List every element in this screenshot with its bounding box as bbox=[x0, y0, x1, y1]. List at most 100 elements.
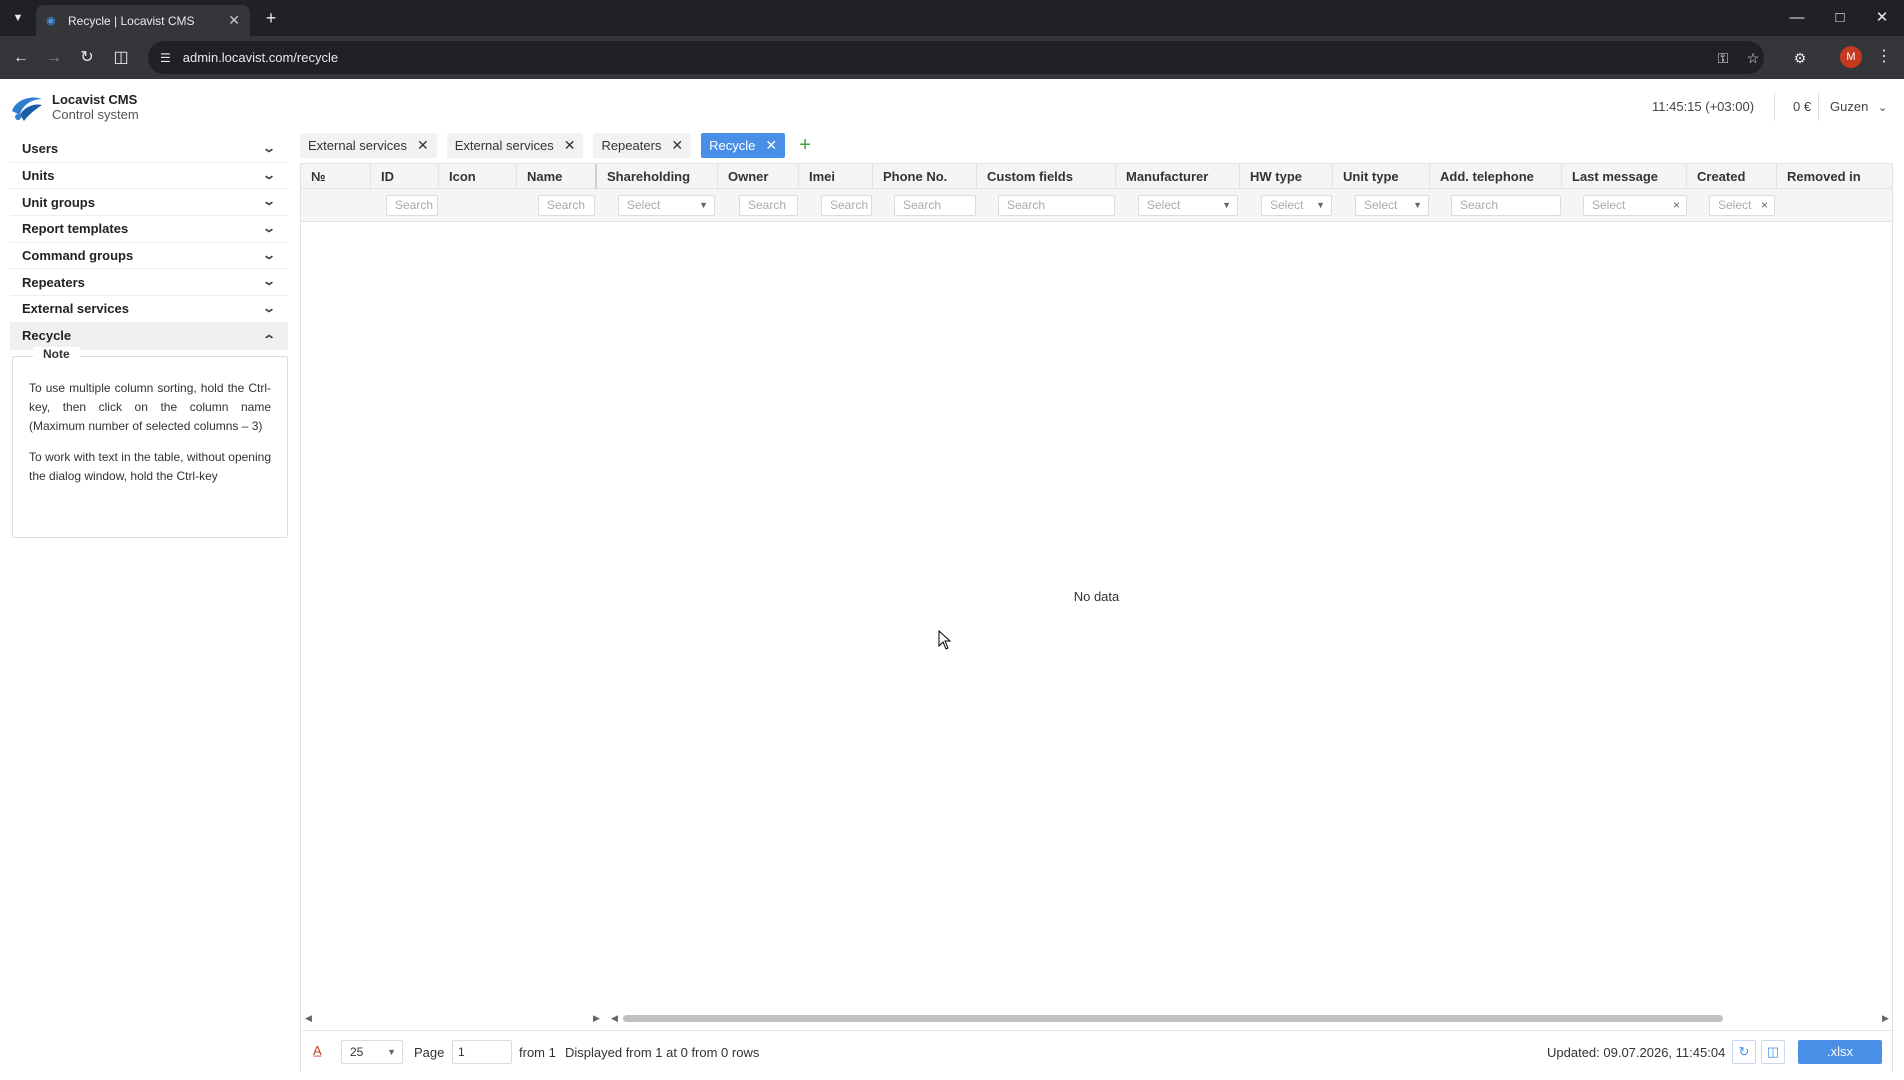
clear-icon[interactable]: × bbox=[1673, 196, 1680, 215]
mouse-cursor-icon bbox=[938, 630, 952, 650]
sidebar-item-command-groups[interactable]: Command groups ⌄ bbox=[10, 243, 288, 270]
scroll-right-icon[interactable]: ▶ bbox=[593, 1011, 600, 1025]
id-filter-input[interactable]: Search bbox=[386, 195, 438, 216]
chevron-down-icon: ⌄ bbox=[261, 141, 277, 155]
page-count: from 1 bbox=[519, 1045, 556, 1060]
balance: 0 € bbox=[1793, 99, 1812, 114]
site-info-icon[interactable]: ☰ bbox=[160, 51, 171, 65]
sidebar-item-users[interactable]: Users ⌄ bbox=[10, 136, 288, 163]
reload-icon[interactable]: ↻ bbox=[76, 47, 98, 69]
hw-type-filter-select[interactable]: Select ▼ bbox=[1261, 195, 1332, 216]
new-tab-button[interactable]: + bbox=[260, 8, 282, 30]
imei-filter-input[interactable]: Search bbox=[821, 195, 872, 216]
password-key-icon[interactable]: ⚿ bbox=[1712, 47, 1734, 69]
browser-tab[interactable]: ◉ Recycle | Locavist CMS ✕ bbox=[36, 5, 250, 36]
sidebar-item-external-services[interactable]: External services ⌄ bbox=[10, 296, 288, 323]
created-filter-select[interactable]: Select × bbox=[1709, 195, 1775, 216]
bookmark-star-icon[interactable]: ☆ bbox=[1742, 47, 1764, 69]
address-bar[interactable]: ☰ admin.locavist.com/recycle bbox=[148, 41, 1764, 74]
back-icon[interactable]: ← bbox=[10, 47, 32, 69]
last-message-filter-select[interactable]: Select × bbox=[1583, 195, 1687, 216]
column-header-imei[interactable]: Imei bbox=[799, 164, 873, 189]
column-header-owner[interactable]: Owner bbox=[718, 164, 799, 189]
tab-external-services[interactable]: External services ✕ bbox=[300, 133, 437, 158]
forward-icon[interactable]: → bbox=[43, 47, 65, 69]
sidebar-item-unit-groups[interactable]: Unit groups ⌄ bbox=[10, 189, 288, 217]
column-header-removed-in[interactable]: Removed in bbox=[1777, 164, 1892, 189]
left-horizontal-scrollbar[interactable]: ◀ ▶ bbox=[301, 1011, 611, 1025]
app-header: Locavist CMS Control system 11:45:15 (+0… bbox=[0, 79, 1904, 129]
columns-settings-button[interactable]: ◫ bbox=[1761, 1040, 1785, 1064]
sidebar-item-label: Users bbox=[22, 141, 59, 157]
recycle-table: № ID Icon Name Shareholding Owner Imei P… bbox=[300, 163, 1893, 1072]
owner-filter-input[interactable]: Search bbox=[739, 195, 798, 216]
custom-fields-filter-input[interactable]: Search bbox=[998, 195, 1115, 216]
column-header-id[interactable]: ID bbox=[371, 164, 439, 189]
sidebar: Users ⌄ Units ⌄ Unit groups ⌄ Report tem… bbox=[10, 136, 288, 350]
scroll-left-icon[interactable]: ◀ bbox=[305, 1011, 312, 1025]
profile-avatar[interactable]: M bbox=[1840, 46, 1862, 68]
chevron-down-icon: ⌄ bbox=[261, 194, 277, 209]
unit-type-filter-select[interactable]: Select ▼ bbox=[1355, 195, 1429, 216]
font-size-icon[interactable]: A̲ bbox=[313, 1043, 322, 1058]
page-size-select[interactable]: 25 ▼ bbox=[341, 1040, 403, 1064]
sidebar-item-repeaters[interactable]: Repeaters ⌄ bbox=[10, 269, 288, 297]
column-header-icon[interactable]: Icon bbox=[439, 164, 517, 189]
maximize-icon[interactable]: □ bbox=[1829, 8, 1851, 30]
tab-label: External services bbox=[454, 138, 554, 153]
caret-down-icon: ▼ bbox=[1222, 200, 1231, 210]
right-horizontal-scrollbar[interactable]: ◀ ▶ bbox=[611, 1011, 1892, 1025]
sidebar-item-recycle[interactable]: Recycle ⌄ bbox=[10, 322, 288, 350]
column-header-unit-type[interactable]: Unit type bbox=[1333, 164, 1430, 189]
manufacturer-filter-select[interactable]: Select ▼ bbox=[1138, 195, 1238, 216]
column-header-manufacturer[interactable]: Manufacturer bbox=[1116, 164, 1240, 189]
phone-filter-input[interactable]: Search bbox=[894, 195, 976, 216]
refresh-button[interactable]: ↻ bbox=[1732, 1040, 1756, 1064]
add-tab-button[interactable]: + bbox=[795, 133, 815, 158]
add-telephone-filter-input[interactable]: Search bbox=[1451, 195, 1561, 216]
export-xlsx-button[interactable]: .xlsx bbox=[1798, 1040, 1882, 1064]
close-icon[interactable]: ✕ bbox=[417, 137, 429, 154]
tab-label: Repeaters bbox=[601, 138, 662, 153]
close-icon[interactable]: ✕ bbox=[765, 137, 777, 154]
shareholding-filter-select[interactable]: Select ▼ bbox=[618, 195, 715, 216]
favicon-icon: ◉ bbox=[46, 15, 56, 27]
close-window-icon[interactable]: ✕ bbox=[1871, 8, 1893, 30]
browser-menu-icon[interactable]: ⋮ bbox=[1874, 46, 1894, 66]
column-header-shareholding[interactable]: Shareholding bbox=[597, 164, 718, 189]
scrollbar-thumb[interactable] bbox=[623, 1015, 1723, 1022]
column-header-hw-type[interactable]: HW type bbox=[1240, 164, 1333, 189]
scroll-left-icon[interactable]: ◀ bbox=[611, 1011, 618, 1025]
select-placeholder: Select bbox=[627, 198, 661, 212]
tab-repeaters[interactable]: Repeaters ✕ bbox=[593, 133, 692, 158]
column-header-custom-fields[interactable]: Custom fields bbox=[977, 164, 1116, 189]
tab-label: Recycle bbox=[709, 138, 756, 153]
sidebar-item-report-templates[interactable]: Report templates ⌄ bbox=[10, 216, 288, 243]
caret-down-icon: ▼ bbox=[699, 200, 708, 210]
close-tab-icon[interactable]: ✕ bbox=[228, 12, 240, 29]
tab-label: External services bbox=[308, 138, 407, 153]
close-icon[interactable]: ✕ bbox=[564, 137, 576, 154]
tab-external-services[interactable]: External services ✕ bbox=[446, 133, 584, 158]
scroll-right-icon[interactable]: ▶ bbox=[1882, 1011, 1889, 1025]
column-header-name[interactable]: Name bbox=[517, 164, 597, 189]
tab-recycle[interactable]: Recycle ✕ bbox=[701, 133, 786, 158]
select-placeholder: Select bbox=[1270, 198, 1304, 212]
column-header-number[interactable]: № bbox=[301, 164, 371, 189]
column-header-last-message[interactable]: Last message bbox=[1562, 164, 1687, 189]
close-icon[interactable]: ✕ bbox=[671, 137, 683, 154]
clear-icon[interactable]: × bbox=[1761, 196, 1768, 215]
sidebar-item-units[interactable]: Units ⌄ bbox=[10, 163, 288, 190]
column-header-created[interactable]: Created bbox=[1687, 164, 1777, 189]
extensions-icon[interactable]: ⚙ bbox=[1789, 47, 1811, 69]
user-menu[interactable]: Guzen ⌄ bbox=[1830, 99, 1887, 114]
column-header-add-telephone[interactable]: Add. telephone bbox=[1430, 164, 1562, 189]
page-number-input[interactable]: 1 bbox=[452, 1040, 512, 1064]
minimize-icon[interactable]: — bbox=[1786, 8, 1808, 30]
column-header-phone[interactable]: Phone No. bbox=[873, 164, 977, 189]
tab-search-button[interactable]: ▼ bbox=[6, 6, 30, 30]
page-size-value: 25 bbox=[350, 1045, 364, 1059]
name-filter-input[interactable]: Search bbox=[538, 195, 595, 216]
split-view-icon[interactable]: ◫ bbox=[110, 47, 132, 69]
note-title: Note bbox=[33, 347, 80, 361]
